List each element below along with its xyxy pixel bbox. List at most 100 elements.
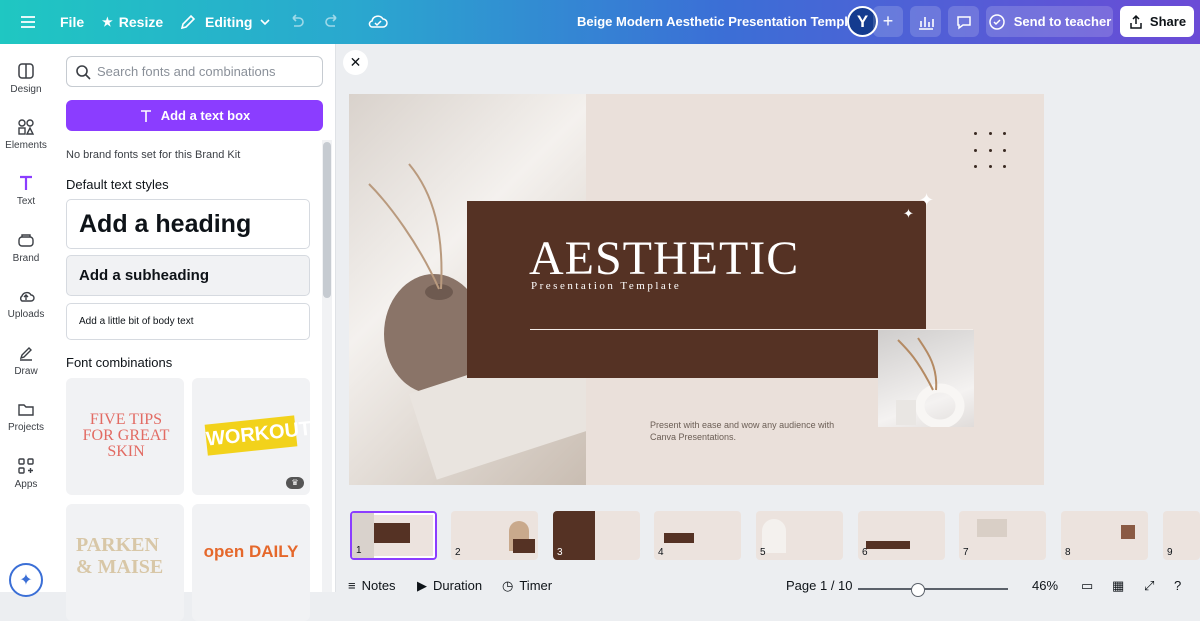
send-to-teacher-button[interactable]: Send to teacher [986, 6, 1113, 37]
font-combo-tile[interactable]: open DAILY [192, 504, 310, 621]
rail-brand[interactable]: Brand [0, 231, 52, 264]
zoom-level[interactable]: 46% [1032, 578, 1058, 593]
default-styles-heading: Default text styles [66, 177, 169, 192]
small-vase-photo[interactable] [878, 330, 974, 429]
thumb-number: 7 [963, 547, 969, 558]
thumb-box [1121, 525, 1135, 539]
zoom-slider-handle[interactable] [911, 583, 925, 597]
thumb-number: 3 [557, 547, 563, 558]
uploads-icon [20, 291, 35, 302]
search-icon [76, 65, 91, 80]
page-thumbnail[interactable]: 6 [858, 511, 945, 560]
page-thumbnail[interactable]: 5 [756, 511, 843, 560]
sparkle-icon: ★ [102, 15, 113, 29]
page-thumbnail[interactable]: 3 [553, 511, 640, 560]
page-thumbnail[interactable]: 2 [451, 511, 538, 560]
file-menu[interactable]: File [52, 6, 92, 38]
panel-scroll-thumb[interactable] [323, 142, 331, 298]
comments-button[interactable] [948, 6, 979, 37]
thumb-box [513, 539, 535, 553]
chevron-down-icon [260, 19, 271, 26]
document-title[interactable]: Beige Modern Aesthetic Presentation Temp… [577, 14, 867, 29]
sparkle-star-icon: ✦ [903, 206, 914, 221]
thumb-number: 1 [356, 545, 362, 556]
top-toolbar: File ★ Resize Editing Beige Modern Aesth… [0, 0, 1200, 44]
elements-icon [18, 119, 35, 135]
redo-icon[interactable] [322, 12, 342, 32]
side-rail: Design Elements Text Brand Uploads Draw … [0, 44, 52, 597]
rail-label: Uploads [7, 309, 45, 320]
pencil-icon [180, 14, 196, 30]
font-search-input[interactable]: Search fonts and combinations [66, 56, 323, 87]
combo-text: open DAILY [203, 542, 299, 561]
page-thumbnail[interactable]: 1 [350, 511, 437, 560]
page-thumbnail[interactable]: 4 [654, 511, 741, 560]
magic-sparkle-icon: ✦ [19, 572, 33, 589]
insights-button[interactable] [910, 6, 941, 37]
resize-button[interactable]: ★ Resize [94, 6, 171, 38]
slide-description[interactable]: Present with ease and wow any audience w… [650, 419, 840, 443]
brand-fonts-note: No brand fonts set for this Brand Kit [66, 149, 241, 161]
slide-canvas[interactable]: ✦ ✦ AESTHETIC Presentation Template Pres… [349, 94, 1044, 485]
rail-label: Design [10, 84, 42, 95]
decor-dot [989, 132, 992, 135]
combo-text: PARKEN & MAISE [76, 534, 164, 578]
rail-draw[interactable]: Draw [0, 344, 52, 377]
brand-icon [18, 234, 34, 247]
share-button[interactable]: Share [1120, 6, 1194, 37]
text-t-icon [140, 109, 151, 122]
comment-icon [956, 15, 971, 29]
page-thumbnail[interactable]: 7 [959, 511, 1046, 560]
rail-label: Draw [14, 366, 38, 377]
text-panel: Search fonts and combinations Add a text… [52, 44, 336, 621]
rail-uploads[interactable]: Uploads [0, 287, 52, 320]
slide-subtitle[interactable]: Presentation Template [531, 280, 681, 292]
page-thumbnail[interactable]: 9 [1163, 511, 1200, 560]
thumb-photo [977, 519, 1007, 537]
rail-design[interactable]: Design [0, 62, 52, 95]
undo-icon[interactable] [287, 12, 307, 32]
slide-title[interactable]: AESTHETIC [529, 231, 799, 286]
font-combo-tile[interactable]: FIVE TIPS FOR GREAT SKIN [66, 378, 184, 495]
projects-icon [18, 404, 34, 416]
decor-dot [974, 149, 977, 152]
add-subheading-button[interactable]: Add a subheading [66, 255, 310, 296]
apps-icon [18, 458, 34, 474]
close-panel-button[interactable]: ✕ [343, 50, 368, 75]
rail-label: Elements [5, 140, 47, 151]
help-icon[interactable]: ? [1174, 578, 1181, 593]
draw-icon [19, 347, 32, 361]
send-label: Send to teacher [1013, 14, 1112, 29]
add-text-box-button[interactable]: Add a text box [66, 100, 323, 131]
text-icon [20, 175, 32, 190]
rail-label: Brand [12, 253, 40, 264]
ring-vase-illustration [896, 337, 965, 429]
rail-elements[interactable]: Elements [0, 118, 52, 151]
file-label: File [60, 14, 85, 30]
editing-dropdown[interactable]: Editing [170, 6, 279, 38]
font-combo-tile[interactable]: PARKEN & MAISE [66, 504, 184, 621]
rail-apps[interactable]: Apps [0, 457, 52, 490]
page-thumbnail[interactable]: 8 [1061, 511, 1148, 560]
notes-button[interactable]: ≡ Notes [348, 578, 396, 593]
add-text-label: Add a text box [160, 108, 251, 123]
font-combo-tile[interactable]: WORKOUT ♛ [192, 378, 310, 495]
add-collaborator-button[interactable]: + [873, 6, 903, 37]
decor-dot [1003, 149, 1006, 152]
share-label: Share [1149, 14, 1187, 29]
cloud-saved-icon[interactable] [367, 11, 389, 33]
thumb-number: 4 [658, 547, 664, 558]
add-heading-button[interactable]: Add a heading [66, 199, 310, 249]
check-circle-icon [988, 13, 1005, 30]
font-combinations-heading: Font combinations [66, 355, 173, 370]
sparkle-star-icon: ✦ [919, 190, 935, 210]
thumb-box [866, 541, 910, 549]
rail-projects[interactable]: Projects [0, 400, 52, 433]
rail-text[interactable]: Text [0, 174, 52, 207]
thumb-number: 8 [1065, 547, 1071, 558]
zoom-slider[interactable] [858, 588, 1008, 590]
plus-icon: + [882, 11, 894, 31]
add-body-text-button[interactable]: Add a little bit of body text [66, 303, 310, 340]
notes-label: Notes [361, 578, 396, 593]
menu-button[interactable] [10, 6, 46, 38]
